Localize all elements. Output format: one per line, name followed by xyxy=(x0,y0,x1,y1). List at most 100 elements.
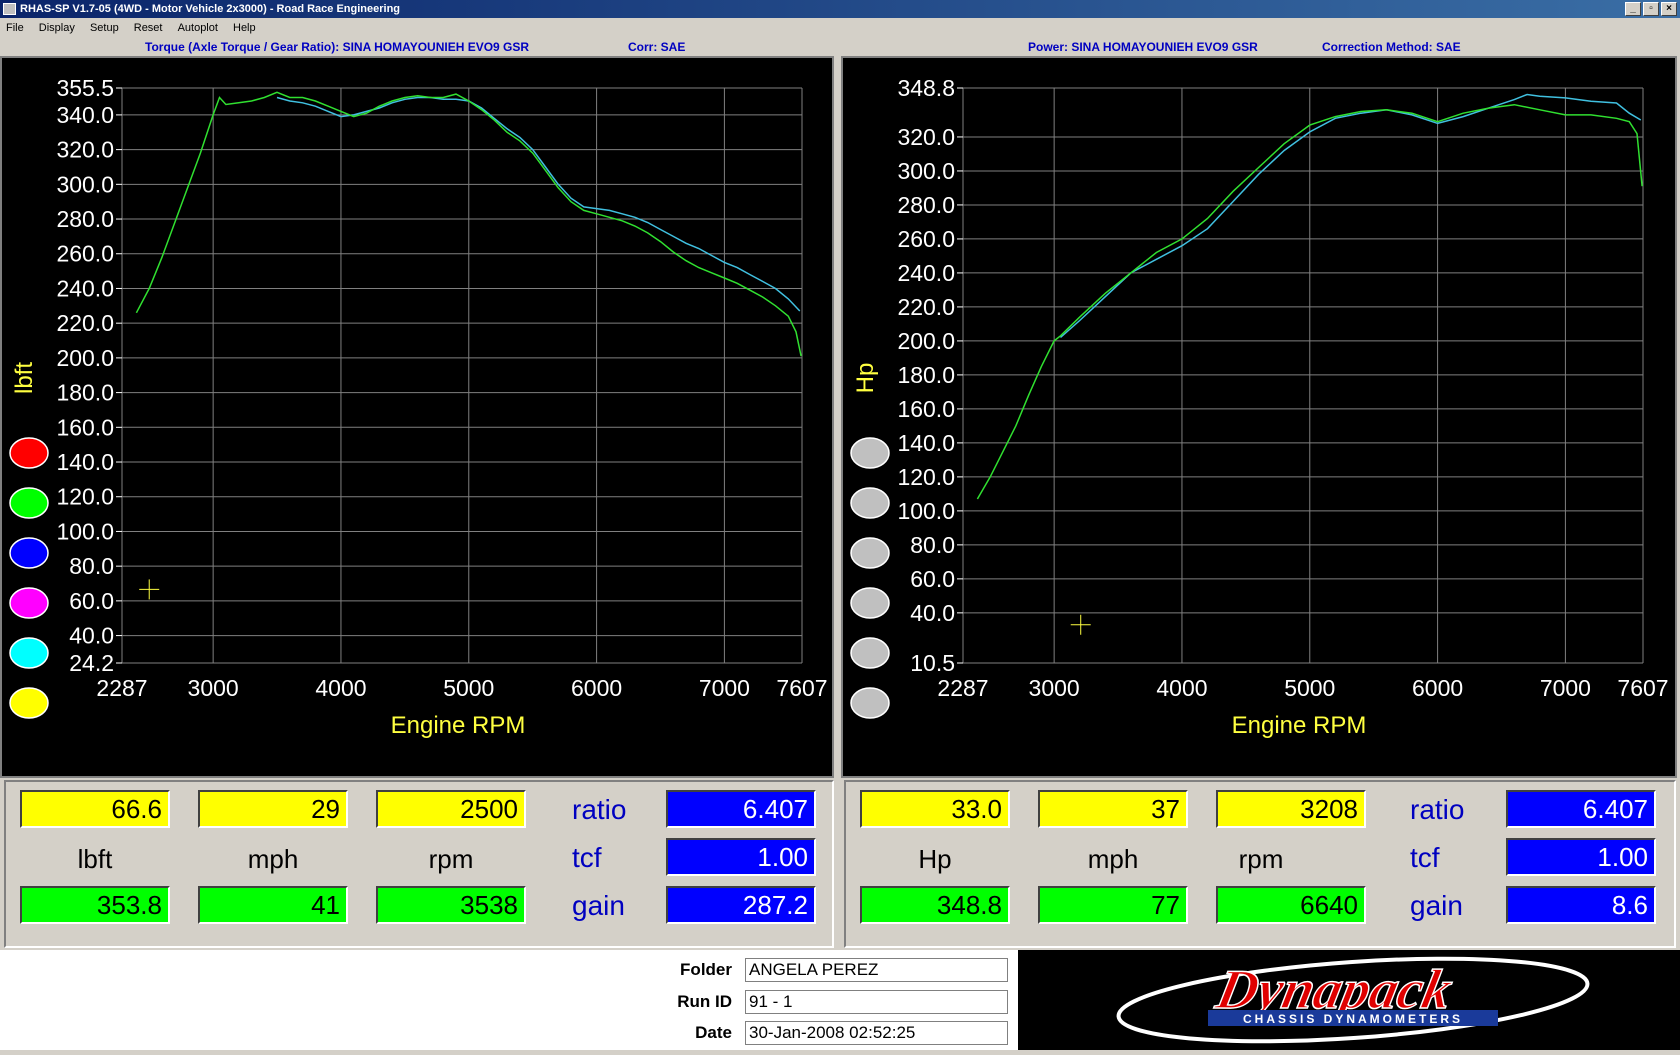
date-field[interactable]: 30-Jan-2008 02:52:25 xyxy=(745,1021,1008,1045)
power-gain-label: gain xyxy=(1410,890,1463,921)
logo-tagline: CHASSIS DYNAMOMETERS xyxy=(1243,1012,1463,1026)
menu-display[interactable]: Display xyxy=(39,22,75,34)
power-tcf-label: tcf xyxy=(1410,842,1440,873)
power-ytick-label: 100.0 xyxy=(897,498,955,524)
app-icon xyxy=(3,3,16,15)
power-panel-header: Power: SINA HOMAYOUNIEH EVO9 GSR Correct… xyxy=(840,38,1680,56)
power-readouts: 33.0 37 3208 Hp mph rpm 348.8 77 6640 ra… xyxy=(844,780,1676,948)
power-ytick-label: 120.0 xyxy=(897,464,955,490)
power-run-swatch xyxy=(850,437,890,469)
menu-autoplot[interactable]: Autoplot xyxy=(178,22,218,34)
power-xtick-label: 3000 xyxy=(1029,675,1080,701)
torque-correction: Corr: SAE xyxy=(628,38,686,56)
torque-unit-label: lbft xyxy=(77,844,113,874)
menu-help[interactable]: Help xyxy=(233,22,256,34)
menu-reset[interactable]: Reset xyxy=(134,22,163,34)
power-xtick-label: 7607 xyxy=(1617,675,1668,701)
torque-cursor-mph: 29 xyxy=(198,790,348,828)
runid-field[interactable]: 91 - 1 xyxy=(745,990,1008,1014)
folder-field[interactable]: ANGELA PEREZ xyxy=(745,958,1008,982)
torque-cursor-rpm: 2500 xyxy=(376,790,526,828)
torque-tcf-label: tcf xyxy=(572,842,602,873)
power-gain-field[interactable]: 8.6 xyxy=(1506,886,1656,924)
torque-ratio-label: ratio xyxy=(572,794,627,825)
power-cursor-value: 33.0 xyxy=(860,790,1010,828)
power-tcf-field[interactable]: 1.00 xyxy=(1506,838,1656,876)
power-series-line-0 xyxy=(1060,93,1642,339)
torque-run-swatch xyxy=(9,487,49,519)
window-title: RHAS-SP V1.7-05 (4WD - Motor Vehicle 2x3… xyxy=(20,3,401,15)
power-cursor-rpm: 3208 xyxy=(1216,790,1366,828)
torque-xtick-label: 3000 xyxy=(188,675,239,701)
power-ytick-label: 300.0 xyxy=(897,158,955,184)
power-ytick-label: 10.5 xyxy=(910,650,955,676)
torque-run-swatch xyxy=(9,587,49,619)
torque-ytick-label: 180.0 xyxy=(56,380,114,406)
torque-peak-value: 353.8 xyxy=(20,886,170,924)
power-ratio-field[interactable]: 6.407 xyxy=(1506,790,1656,828)
torque-peak-mph: 41 xyxy=(198,886,348,924)
power-ytick-label: 320.0 xyxy=(897,124,955,150)
window-titlebar: RHAS-SP V1.7-05 (4WD - Motor Vehicle 2x3… xyxy=(0,0,1680,18)
logo-graphic: Dynapack CHASSIS DYNAMOMETERS xyxy=(1116,956,1590,1044)
torque-ytick-label: 60.0 xyxy=(69,588,114,614)
torque-run-swatch xyxy=(9,687,49,719)
torque-ytick-label: 120.0 xyxy=(56,484,114,510)
folder-label: Folder xyxy=(680,960,732,979)
menu-setup[interactable]: Setup xyxy=(90,22,119,34)
power-yaxis-label: Hp xyxy=(852,363,879,394)
torque-ytick-label: 100.0 xyxy=(56,518,114,544)
power-ytick-label: 60.0 xyxy=(910,566,955,592)
torque-xtick-label: 2287 xyxy=(96,675,147,701)
torque-ytick-label: 24.2 xyxy=(69,650,114,676)
torque-chart-title: Torque (Axle Torque / Gear Ratio): SINA … xyxy=(145,38,530,56)
power-correction: Correction Method: SAE xyxy=(1322,38,1461,56)
close-icon[interactable]: × xyxy=(1661,2,1677,16)
torque-mph-label: mph xyxy=(247,844,299,874)
restore-icon[interactable]: ▫ xyxy=(1643,2,1659,16)
menu-file[interactable]: File xyxy=(6,22,24,34)
power-unit-label: Hp xyxy=(918,844,952,874)
power-chart-title: Power: SINA HOMAYOUNIEH EVO9 GSR xyxy=(1028,38,1258,56)
power-run-swatch xyxy=(850,637,890,669)
power-peak-mph: 77 xyxy=(1038,886,1188,924)
minimize-icon[interactable]: _ xyxy=(1625,2,1641,16)
power-xtick-label: 4000 xyxy=(1156,675,1207,701)
power-chart[interactable]: 2287 3000 4000 5000 6000 7000 7607 348.8 320.0 30… xyxy=(841,56,1677,778)
menu-bar: File Display Setup Reset Autoplot Help xyxy=(0,18,1680,38)
power-ytick-label: 348.8 xyxy=(897,75,955,101)
torque-xtick-label: 6000 xyxy=(571,675,622,701)
power-ytick-label: 280.0 xyxy=(897,192,955,218)
torque-xtick-label: 4000 xyxy=(315,675,366,701)
torque-cursor-value: 66.6 xyxy=(20,790,170,828)
power-run-swatch xyxy=(850,687,890,719)
torque-ytick-label: 40.0 xyxy=(69,623,114,649)
torque-gain-label: gain xyxy=(572,890,625,921)
torque-ytick-label: 260.0 xyxy=(56,241,114,267)
torque-ytick-label: 160.0 xyxy=(56,414,114,440)
torque-xtick-label: 5000 xyxy=(443,675,494,701)
power-peak-rpm: 6640 xyxy=(1216,886,1366,924)
power-rpm-label: rpm xyxy=(1238,844,1284,874)
torque-chart[interactable]: 2287 3000 4000 5000 6000 7000 7607 355.5340.0 32… xyxy=(0,56,834,778)
torque-series-line-0 xyxy=(276,96,801,312)
torque-ratio-field[interactable]: 6.407 xyxy=(666,790,816,828)
torque-yaxis-label: lbft xyxy=(11,362,38,394)
torque-ytick-label: 240.0 xyxy=(56,275,114,301)
date-label: Date xyxy=(695,1023,732,1042)
torque-ytick-label: 320.0 xyxy=(56,137,114,163)
torque-panel-header: Torque (Axle Torque / Gear Ratio): SINA … xyxy=(0,38,836,56)
torque-gain-field[interactable]: 287.2 xyxy=(666,886,816,924)
torque-rpm-label: rpm xyxy=(428,844,474,874)
power-xtick-label: 2287 xyxy=(937,675,988,701)
power-ytick-label: 220.0 xyxy=(897,294,955,320)
power-ytick-label: 160.0 xyxy=(897,396,955,422)
power-ytick-label: 240.0 xyxy=(897,260,955,286)
power-mph-label: mph xyxy=(1087,844,1139,874)
power-ytick-label: 80.0 xyxy=(910,532,955,558)
power-xtick-label: 7000 xyxy=(1540,675,1591,701)
power-xtick-label: 5000 xyxy=(1284,675,1335,701)
torque-ytick-label: 140.0 xyxy=(56,449,114,475)
torque-ytick-label: 300.0 xyxy=(56,171,114,197)
torque-tcf-field[interactable]: 1.00 xyxy=(666,838,816,876)
